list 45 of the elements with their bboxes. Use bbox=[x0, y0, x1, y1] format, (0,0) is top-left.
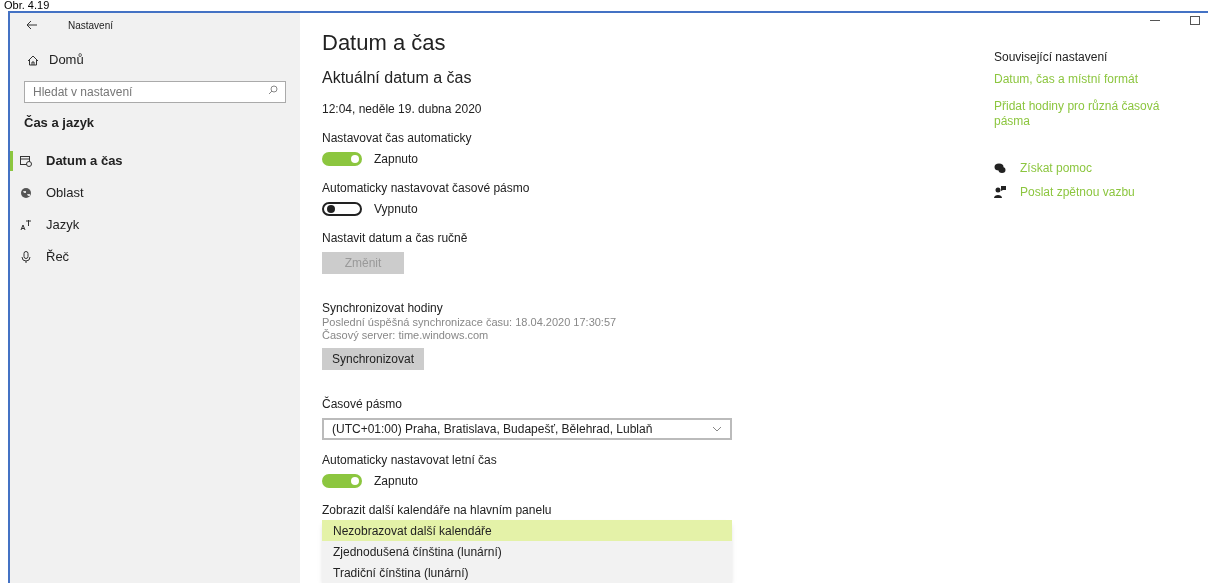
figure-caption: Obr. 4.19 bbox=[4, 0, 50, 11]
home-link[interactable]: Domů bbox=[49, 50, 84, 70]
toggle-state-label: Zapnuto bbox=[374, 151, 419, 168]
setting-label: Zobrazit další kalendáře na hlavním panelu bbox=[322, 502, 553, 518]
setting-label: Nastavovat čas automaticky bbox=[322, 130, 473, 146]
sync-button[interactable]: Synchronizovat bbox=[322, 348, 425, 370]
section-heading: Čas a jazyk bbox=[23, 114, 96, 132]
back-arrow-icon[interactable] bbox=[26, 20, 38, 30]
window-title: Nastavení bbox=[68, 18, 114, 33]
language-icon bbox=[20, 218, 32, 231]
dropdown-option[interactable]: Nezobrazovat další kalendáře bbox=[322, 520, 732, 541]
dropdown-option[interactable]: Zjednodušená čínština (lunární) bbox=[322, 541, 732, 562]
chevron-down-icon bbox=[712, 426, 722, 432]
sync-info-text: Poslední úspěšná synchronizace času: 18.04.2020 17:30:57 bbox=[322, 316, 618, 329]
section-heading: Aktuální datum a čas bbox=[322, 68, 473, 88]
nav-item[interactable]: Jazyk bbox=[10, 214, 300, 235]
setting-label: Automaticky nastavovat časové pásmo bbox=[322, 180, 531, 196]
chat-bubbles-icon bbox=[994, 162, 1006, 174]
page-title: Datum a čas bbox=[322, 30, 447, 56]
toggle-switch[interactable] bbox=[322, 152, 362, 166]
search-icon bbox=[268, 85, 278, 95]
microphone-icon bbox=[21, 250, 31, 263]
toggle-switch[interactable] bbox=[322, 202, 362, 216]
toggle-state-label: Vypnuto bbox=[374, 201, 418, 218]
toggle-state-label: Zapnuto bbox=[374, 473, 419, 490]
nav-item[interactable]: Datum a čas bbox=[10, 150, 300, 171]
maximize-icon[interactable] bbox=[1190, 16, 1200, 25]
minimize-icon[interactable] bbox=[1150, 19, 1160, 22]
globe-icon bbox=[20, 186, 32, 199]
sync-info-text: Časový server: time.windows.com bbox=[322, 329, 490, 342]
setting-label: Nastavit datum a čas ručně bbox=[322, 230, 469, 246]
home-icon[interactable] bbox=[27, 54, 39, 66]
setting-label: Automaticky nastavovat letní čas bbox=[322, 452, 498, 468]
current-date-time: 12:04, neděle 19. dubna 2020 bbox=[322, 101, 483, 118]
calendar-clock-icon bbox=[20, 154, 32, 167]
related-settings-heading: Související nastavení bbox=[994, 49, 1109, 66]
person-feedback-icon bbox=[994, 186, 1006, 198]
setting-label: Synchronizovat hodiny bbox=[322, 300, 444, 316]
setting-label: Časové pásmo bbox=[322, 396, 404, 412]
nav-item[interactable]: Oblast bbox=[10, 182, 300, 203]
timezone-dropdown[interactable]: (UTC+01:00) Praha, Bratislava, Budapešť, Bělehrad, Lublaň bbox=[322, 418, 732, 440]
search-field[interactable]: Hledat v nastavení bbox=[24, 81, 286, 103]
nav-item[interactable]: Řeč bbox=[10, 246, 300, 267]
dropdown-option[interactable]: Tradiční čínština (lunární) bbox=[322, 562, 732, 583]
toggle-switch[interactable] bbox=[322, 474, 362, 488]
